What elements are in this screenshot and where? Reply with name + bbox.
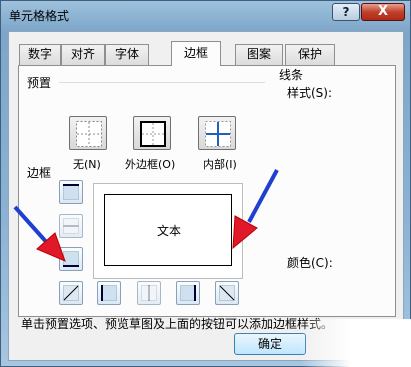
border-right-icon (180, 285, 196, 301)
preset-inside-button[interactable] (198, 116, 236, 150)
presets-group-label: 预置 (27, 76, 52, 90)
preset-none-label: 无(N) (73, 158, 101, 171)
border-diagonal-down-button[interactable] (215, 281, 239, 305)
border-right-button[interactable] (176, 281, 200, 305)
preset-none-button[interactable] (69, 116, 107, 150)
border-inside-vertical-icon (141, 285, 157, 301)
annotation-arrow-right (232, 169, 279, 250)
border-left-icon (101, 285, 117, 301)
tab-border[interactable]: 边框 (171, 41, 221, 66)
tab-patterns[interactable]: 图案 (235, 44, 283, 65)
diagonal-down-icon (219, 285, 235, 301)
preview-text: 文本 (156, 224, 181, 238)
tab-protection[interactable]: 保护 (285, 44, 335, 65)
border-top-icon (63, 184, 79, 200)
line-group-label: 线条 (279, 68, 304, 82)
dialog-body: 数字 对齐 字体 边框 图案 保护 预置 无(N) 外边框(O) 内部(I) 边… (8, 31, 404, 361)
preset-outline-icon (140, 121, 166, 147)
dialog-window: 单元格格式 ? X 数字 对齐 字体 边框 图案 保护 预置 无(N) 外边框(… (0, 0, 411, 367)
presets-divider (59, 82, 265, 83)
tab-alignment[interactable]: 对齐 (61, 44, 105, 65)
dialog-title: 单元格格式 (9, 9, 70, 23)
close-button[interactable]: X (361, 3, 405, 21)
hint-text: 单击预置选项、预览草图及上面的按钮可以添加边框样式。 (21, 317, 334, 331)
preset-inside-icon (205, 121, 231, 147)
help-button[interactable]: ? (332, 3, 360, 21)
tab-number[interactable]: 数字 (19, 44, 61, 65)
border-left-button[interactable] (97, 281, 121, 305)
diagonal-up-icon (63, 285, 79, 301)
line-style-label: 样式(S): (287, 86, 333, 100)
annotation-arrow-left (13, 205, 66, 262)
preset-outline-label: 外边框(O) (125, 158, 176, 171)
preview-cell: 文本 (104, 194, 232, 266)
title-bar: 单元格格式 ? X (1, 1, 410, 29)
preset-none-icon (76, 121, 102, 147)
faded-corner (301, 319, 411, 367)
preset-outline-button[interactable] (133, 116, 171, 150)
border-preview[interactable]: 文本 (93, 183, 243, 279)
border-diagonal-up-button[interactable] (59, 281, 83, 305)
border-tab-pane: 预置 无(N) 外边框(O) 内部(I) 边框 文本 线条 样式(S): 颜色(… (18, 65, 396, 317)
border-group-label: 边框 (27, 166, 52, 180)
border-inside-vertical-button[interactable] (137, 281, 161, 305)
line-color-label: 颜色(C): (287, 256, 333, 270)
ok-button[interactable]: 确定 (234, 333, 306, 355)
tab-font[interactable]: 字体 (105, 44, 149, 65)
